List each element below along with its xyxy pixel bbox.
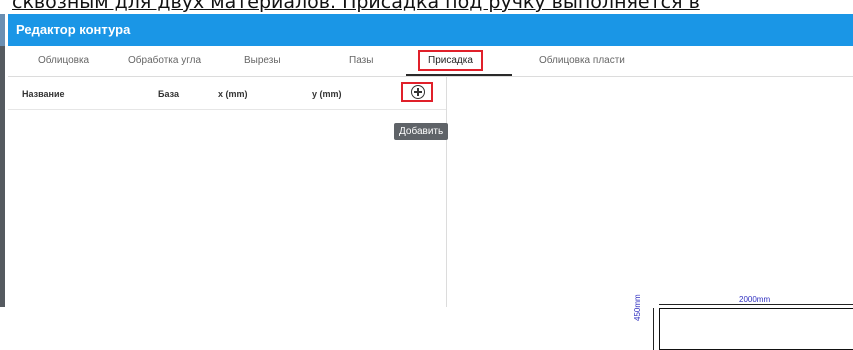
panel-outline bbox=[659, 308, 853, 350]
active-tab-indicator bbox=[406, 74, 512, 76]
tab-face-edging[interactable]: Облицовка пласти bbox=[539, 55, 625, 66]
contour-editor-window: Редактор контура Облицовка Обработка угл… bbox=[8, 14, 853, 350]
add-tooltip: Добавить bbox=[394, 123, 449, 140]
add-button[interactable] bbox=[401, 82, 433, 102]
tab-cutouts[interactable]: Вырезы bbox=[244, 55, 281, 66]
window-title: Редактор контура bbox=[16, 22, 131, 37]
column-header-name: Название bbox=[22, 89, 65, 99]
height-dimension-line bbox=[653, 308, 654, 350]
column-header-base: База bbox=[158, 89, 179, 99]
tab-corner-processing[interactable]: Обработка угла bbox=[128, 55, 201, 66]
width-dimension-line bbox=[659, 304, 853, 305]
column-header-y: y (mm) bbox=[312, 89, 342, 99]
document-caption-text: сквозным для двух материалов. Присадка п… bbox=[12, 0, 700, 13]
column-header-x: x (mm) bbox=[218, 89, 248, 99]
left-edge-bar bbox=[0, 14, 5, 307]
tab-grooves[interactable]: Пазы bbox=[349, 55, 373, 66]
document-caption: сквозным для двух материалов. Присадка п… bbox=[0, 0, 853, 14]
height-dimension-label: 450mm bbox=[633, 294, 642, 321]
width-dimension-label: 2000mm bbox=[739, 295, 771, 304]
window-titlebar: Редактор контура bbox=[8, 14, 853, 46]
header-divider bbox=[8, 109, 446, 110]
plus-circle-icon bbox=[411, 85, 425, 99]
tab-drilling[interactable]: Присадка bbox=[418, 50, 483, 71]
contour-preview: 2000mm 450mm bbox=[447, 77, 853, 350]
tab-bar: Облицовка Обработка угла Вырезы Пазы При… bbox=[8, 46, 853, 77]
drilling-table: Название База x (mm) y (mm) Добавить bbox=[8, 77, 449, 307]
tab-edging[interactable]: Облицовка bbox=[38, 55, 89, 66]
